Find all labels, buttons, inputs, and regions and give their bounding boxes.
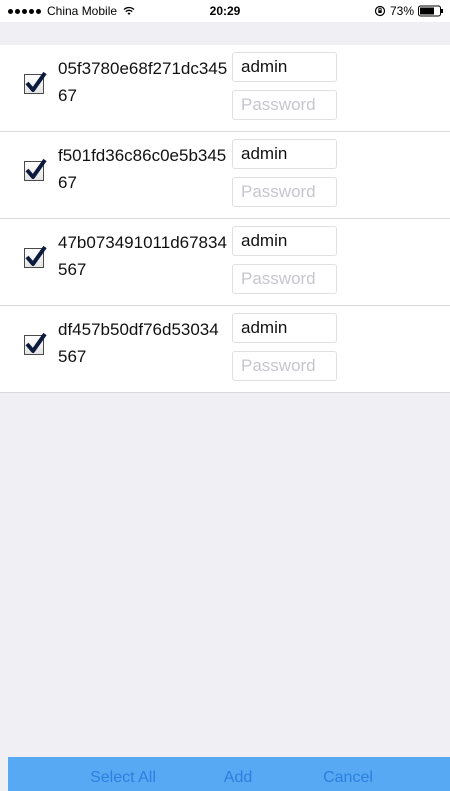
header-spacer	[0, 22, 450, 45]
wifi-icon	[123, 6, 135, 15]
cancel-button[interactable]: Cancel	[313, 766, 383, 790]
bottom-toolbar: Select All Add Cancel	[8, 757, 450, 791]
checkmark-icon	[25, 332, 47, 353]
device-id: df457b50df76d53034567	[58, 320, 219, 366]
screen: China Mobile 20:29 73% 05f3780e68f271dc3…	[0, 0, 450, 791]
device-checkbox[interactable]	[24, 245, 47, 268]
password-field[interactable]	[232, 264, 337, 294]
add-button[interactable]: Add	[213, 766, 263, 790]
password-field[interactable]	[232, 90, 337, 120]
checkmark-icon	[25, 71, 47, 92]
device-row: df457b50df76d53034567	[0, 306, 450, 393]
username-field[interactable]	[232, 226, 337, 256]
device-row: 05f3780e68f271dc34567	[0, 45, 450, 132]
battery-icon	[418, 5, 443, 17]
device-id: 05f3780e68f271dc34567	[58, 59, 228, 105]
status-left: China Mobile	[8, 4, 135, 18]
device-list: 05f3780e68f271dc34567 f501fd36c86c0e5b34…	[0, 45, 450, 393]
device-checkbox[interactable]	[24, 332, 47, 355]
device-row: f501fd36c86c0e5b34567	[0, 132, 450, 219]
status-bar: China Mobile 20:29 73%	[0, 0, 450, 22]
device-checkbox[interactable]	[24, 71, 47, 94]
password-field[interactable]	[232, 351, 337, 381]
status-time: 20:29	[209, 4, 241, 18]
password-field[interactable]	[232, 177, 337, 207]
username-field[interactable]	[232, 52, 337, 82]
checkmark-icon	[25, 245, 47, 266]
device-id: f501fd36c86c0e5b34567	[58, 146, 227, 192]
carrier-name: China Mobile	[47, 4, 118, 18]
username-field[interactable]	[232, 139, 337, 169]
battery-percent: 73%	[389, 4, 414, 18]
device-row: 47b073491011d67834567	[0, 219, 450, 306]
status-right: 73%	[374, 4, 444, 18]
device-checkbox[interactable]	[24, 158, 47, 181]
device-id: 47b073491011d67834567	[58, 233, 227, 279]
select-all-button[interactable]: Select All	[83, 766, 163, 790]
username-field[interactable]	[232, 313, 337, 343]
orientation-lock-icon	[374, 5, 386, 17]
signal-strength-icon	[8, 8, 41, 14]
checkmark-icon	[25, 158, 47, 179]
